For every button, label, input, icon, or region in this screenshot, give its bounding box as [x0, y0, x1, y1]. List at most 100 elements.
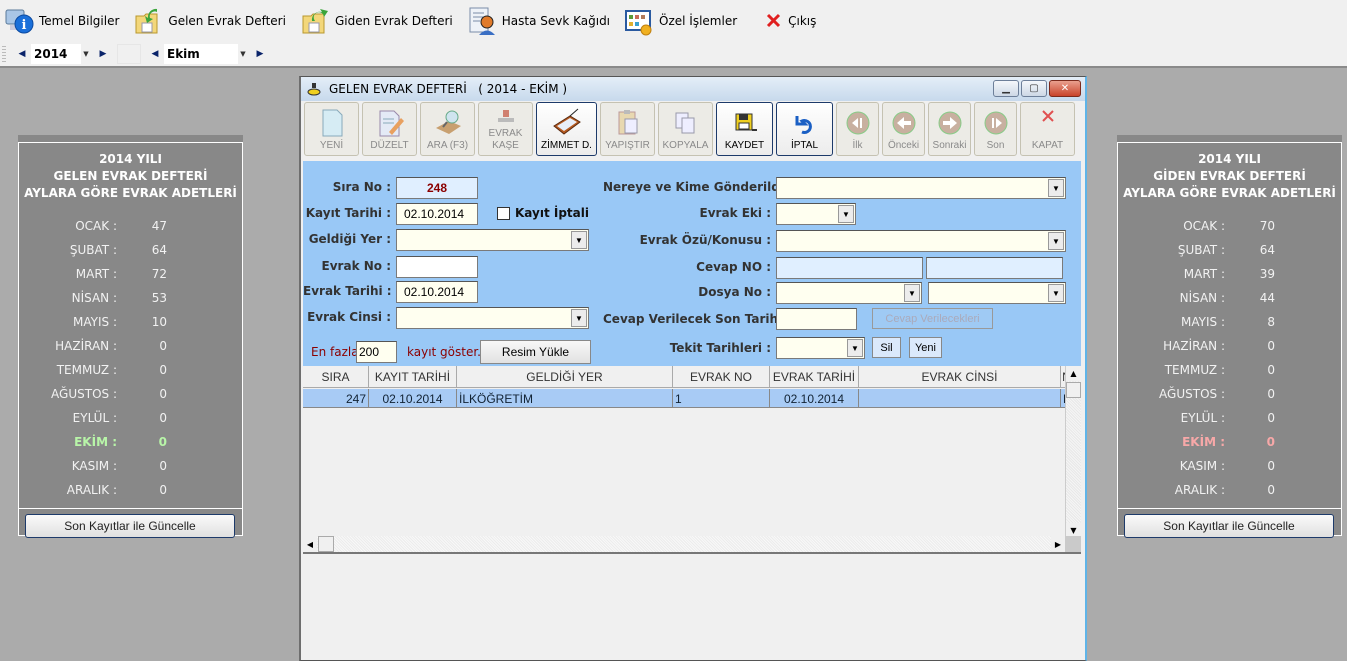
toolbar-button-label: Sonraki [932, 140, 967, 151]
month-label: ŞUBAT : [1177, 243, 1225, 257]
geldigi-yer-combo[interactable]: ▼ [396, 229, 589, 251]
exit-icon [765, 6, 783, 36]
month-count-row: EYLÜL : 0 [1127, 406, 1341, 430]
chevron-down-icon[interactable]: ▼ [904, 284, 920, 302]
year-select[interactable]: 2014 ▼ [31, 44, 91, 64]
menu-ozel-islemler[interactable]: Özel İşlemler [624, 5, 737, 37]
evrak-cinsi-label: Evrak Cinsi : [307, 310, 391, 324]
menu-temel-bilgiler[interactable]: i Temel Bilgiler [4, 5, 119, 37]
scroll-thumb[interactable] [1066, 382, 1081, 398]
evrak-tarihi-field[interactable]: 02.10.2014 [396, 281, 478, 303]
maximize-button[interactable]: ▢ [1021, 80, 1047, 97]
toolbar-button-4[interactable]: EVRAK KAŞE [478, 102, 533, 156]
toolbar-button-1[interactable]: YENİ [304, 102, 359, 156]
toolbar-button-8[interactable]: KAYDET [716, 102, 773, 156]
menu-label: Çıkış [788, 14, 817, 28]
column-header[interactable]: EVRAK TARİHİ [770, 366, 859, 388]
window-titlebar[interactable]: GELEN EVRAK DEFTERİ ( 2014 - EKİM ) ▁ ▢ … [301, 77, 1085, 101]
vertical-scrollbar[interactable]: ▲ ▼ [1065, 366, 1081, 538]
toolbar-button-11[interactable]: Önceki [882, 102, 925, 156]
tekit-tarihleri-combo[interactable]: ▼ [776, 337, 865, 359]
toolbar-button-label: KOPYALA [662, 140, 709, 151]
nereye-combo[interactable]: ▼ [776, 177, 1066, 199]
month-count: 64 [151, 243, 167, 257]
month-count: 64 [1259, 243, 1275, 257]
scroll-right-icon[interactable]: ▶ [1051, 536, 1065, 552]
toolbar-grip[interactable] [2, 46, 6, 62]
menu-hasta-sevk-kagidi[interactable]: Hasta Sevk Kağıdı [467, 5, 610, 37]
close-button[interactable]: ✕ [1049, 80, 1081, 97]
month-label: EYLÜL : [72, 411, 117, 425]
refresh-outgoing-button[interactable]: Son Kayıtlar ile Güncelle [1124, 514, 1334, 538]
refresh-incoming-button[interactable]: Son Kayıtlar ile Güncelle [25, 514, 235, 538]
month-count: 0 [1267, 483, 1275, 497]
table-cell: 1 [673, 389, 770, 408]
chevron-down-icon[interactable]: ▼ [1048, 179, 1064, 197]
scroll-corner [1065, 536, 1081, 552]
sil-button[interactable]: Sil [872, 337, 901, 358]
toolbar-button-12[interactable]: Sonraki [928, 102, 971, 156]
column-header[interactable]: EVRAK CİNSİ [859, 366, 1061, 388]
toolbar-button-9[interactable]: İPTAL [776, 102, 833, 156]
evrak-cinsi-combo[interactable]: ▼ [396, 307, 589, 329]
month-count-row: HAZİRAN : 0 [19, 334, 242, 358]
resim-yukle-button[interactable]: Resim Yükle [480, 340, 591, 364]
kayit-goster-label: kayıt göster. [407, 345, 481, 359]
menu-gelen-evrak-defteri[interactable]: Gelen Evrak Defteri [133, 5, 286, 37]
cevap-no-field-1[interactable] [776, 257, 923, 279]
column-header[interactable]: KAYIT TARİHİ [369, 366, 457, 388]
chevron-down-icon[interactable]: ▼ [1048, 232, 1064, 250]
dosya-no-combo-2[interactable]: ▼ [928, 282, 1066, 304]
chevron-down-icon[interactable]: ▼ [847, 339, 863, 357]
chevron-down-icon[interactable]: ▼ [238, 44, 248, 64]
minimize-button[interactable]: ▁ [993, 80, 1019, 97]
toolbar-button-13[interactable]: Son [974, 102, 1017, 156]
outgoing-folder-icon [300, 6, 330, 36]
scroll-thumb[interactable] [318, 536, 334, 552]
month-count-row: MAYIS : 10 [19, 310, 242, 334]
month-label: TEMMUZ : [1164, 363, 1225, 377]
toolbar-button-3[interactable]: ARA (F3) [420, 102, 475, 156]
month-count: 0 [1267, 363, 1275, 377]
chevron-down-icon[interactable]: ▼ [81, 44, 91, 64]
month-select[interactable]: Ekim ▼ [164, 44, 248, 64]
chevron-down-icon[interactable]: ▼ [1048, 284, 1064, 302]
chevron-down-icon[interactable]: ▼ [571, 231, 587, 249]
year-prev-button[interactable]: ◀ [16, 46, 28, 62]
cevap-verilecekleri-button[interactable]: Cevap Verilecekleri [872, 308, 993, 329]
menu-cikis[interactable]: Çıkış [765, 5, 816, 37]
evrak-ozu-combo[interactable]: ▼ [776, 230, 1066, 252]
toolbar-button-10[interactable]: İlk [836, 102, 879, 156]
evrak-no-field[interactable] [396, 256, 478, 278]
toolbar-button-7[interactable]: KOPYALA [658, 102, 713, 156]
yeni-tekit-button[interactable]: Yeni [909, 337, 942, 358]
menu-label: Özel İşlemler [659, 14, 738, 28]
toolbar-button-14[interactable]: KAPAT [1020, 102, 1075, 156]
month-prev-button[interactable]: ◀ [149, 46, 161, 62]
column-header[interactable]: SIRA [303, 366, 369, 388]
kayit-tarihi-field[interactable]: 02.10.2014 [396, 203, 478, 225]
scroll-up-icon[interactable]: ▲ [1066, 366, 1081, 381]
table-row[interactable]: 24702.10.2014İLKÖĞRETİM102.10.2014KO [303, 389, 1073, 408]
max-records-field[interactable]: 200 [356, 341, 397, 363]
kayit-iptali-checkbox[interactable] [497, 207, 510, 220]
chevron-down-icon[interactable]: ▼ [838, 205, 854, 223]
column-header[interactable]: GELDİĞİ YER [457, 366, 673, 388]
year-next-button[interactable]: ▶ [97, 46, 109, 62]
chevron-down-icon[interactable]: ▼ [571, 309, 587, 327]
scroll-left-icon[interactable]: ◀ [303, 536, 317, 552]
month-label: TEMMUZ : [56, 363, 117, 377]
horizontal-scrollbar[interactable]: ◀ ▶ [303, 536, 1065, 552]
evrak-eki-combo[interactable]: ▼ [776, 203, 856, 225]
en-fazla-label: En fazla [311, 345, 359, 359]
cevap-no-field-2[interactable] [926, 257, 1063, 279]
dosya-no-combo-1[interactable]: ▼ [776, 282, 922, 304]
toolbar-button-6[interactable]: YAPIŞTIR [600, 102, 655, 156]
month-count-row: ŞUBAT : 64 [1127, 238, 1341, 262]
column-header[interactable]: EVRAK NO [673, 366, 770, 388]
cevap-son-tarih-field[interactable] [776, 308, 857, 330]
toolbar-button-2[interactable]: DÜZELT [362, 102, 417, 156]
month-next-button[interactable]: ▶ [254, 46, 266, 62]
toolbar-button-5[interactable]: ZİMMET D. [536, 102, 597, 156]
menu-giden-evrak-defteri[interactable]: Giden Evrak Defteri [300, 5, 453, 37]
